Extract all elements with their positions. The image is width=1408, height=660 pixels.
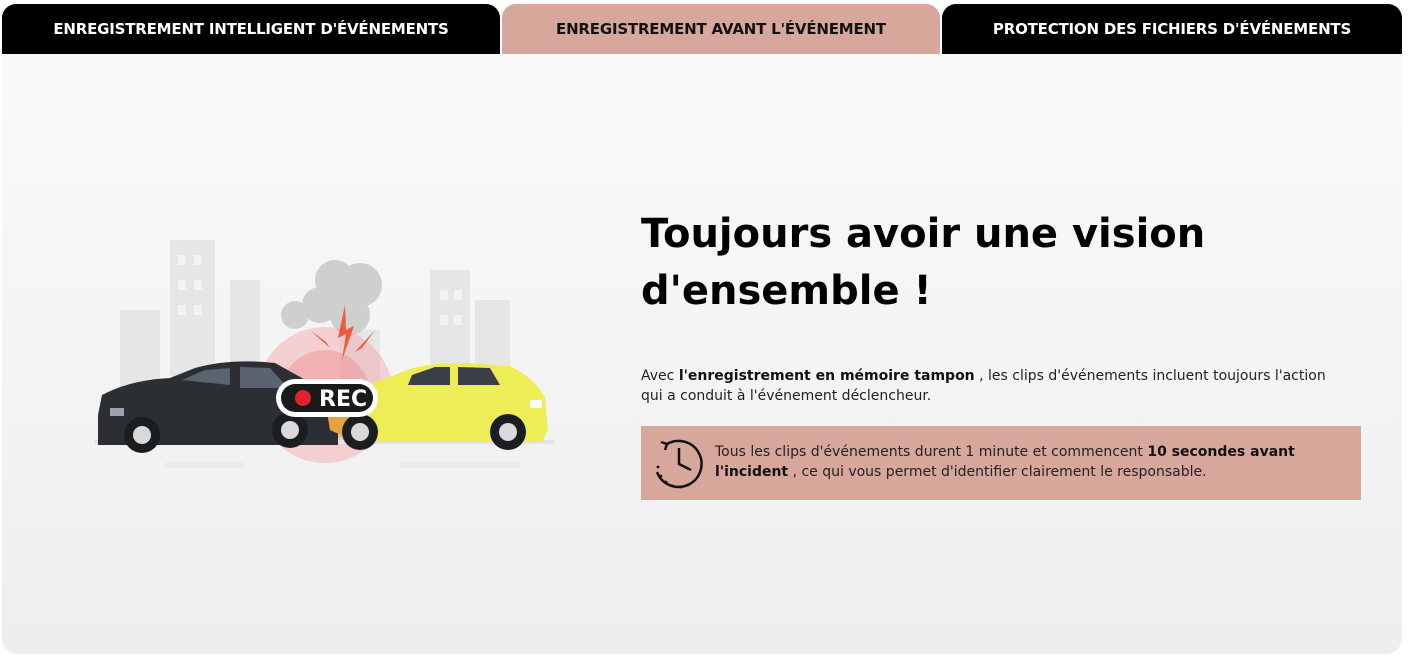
clock-history-icon [655,439,703,489]
rec-label: REC [319,387,367,412]
tab-label: ENREGISTREMENT INTELLIGENT D'ÉVÉNEMENTS [53,20,449,38]
tab-label: PROTECTION DES FICHIERS D'ÉVÉNEMENTS [992,20,1352,38]
record-dot-icon [295,390,311,406]
desc-emphasis: l'enregistrement en mémoire tampon [678,368,975,384]
tab-bar: ENREGISTREMENT INTELLIGENT D'ÉVÉNEMENTS … [2,4,1402,54]
info-text: Tous les clips d'événements durent 1 min… [715,444,1295,480]
section-title: Toujours avoir une vision d'ensemble ! [641,211,1206,314]
tab-label: ENREGISTREMENT AVANT L'ÉVÉNEMENT [556,20,886,38]
car-collision-illustration: REC [95,240,555,468]
tab-pre-event-recording[interactable]: ENREGISTREMENT AVANT L'ÉVÉNEMENT [502,4,940,54]
info-box: Tous les clips d'événements durent 1 min… [641,426,1361,500]
section-description: Avec l'enregistrement en mémoire tampon … [641,368,1326,404]
tab-smart-event-recording[interactable]: ENREGISTREMENT INTELLIGENT D'ÉVÉNEMENTS [2,4,500,54]
rec-badge: REC [276,379,378,417]
tab-event-file-protection[interactable]: PROTECTION DES FICHIERS D'ÉVÉNEMENTS [942,4,1402,54]
smoke [281,260,382,335]
